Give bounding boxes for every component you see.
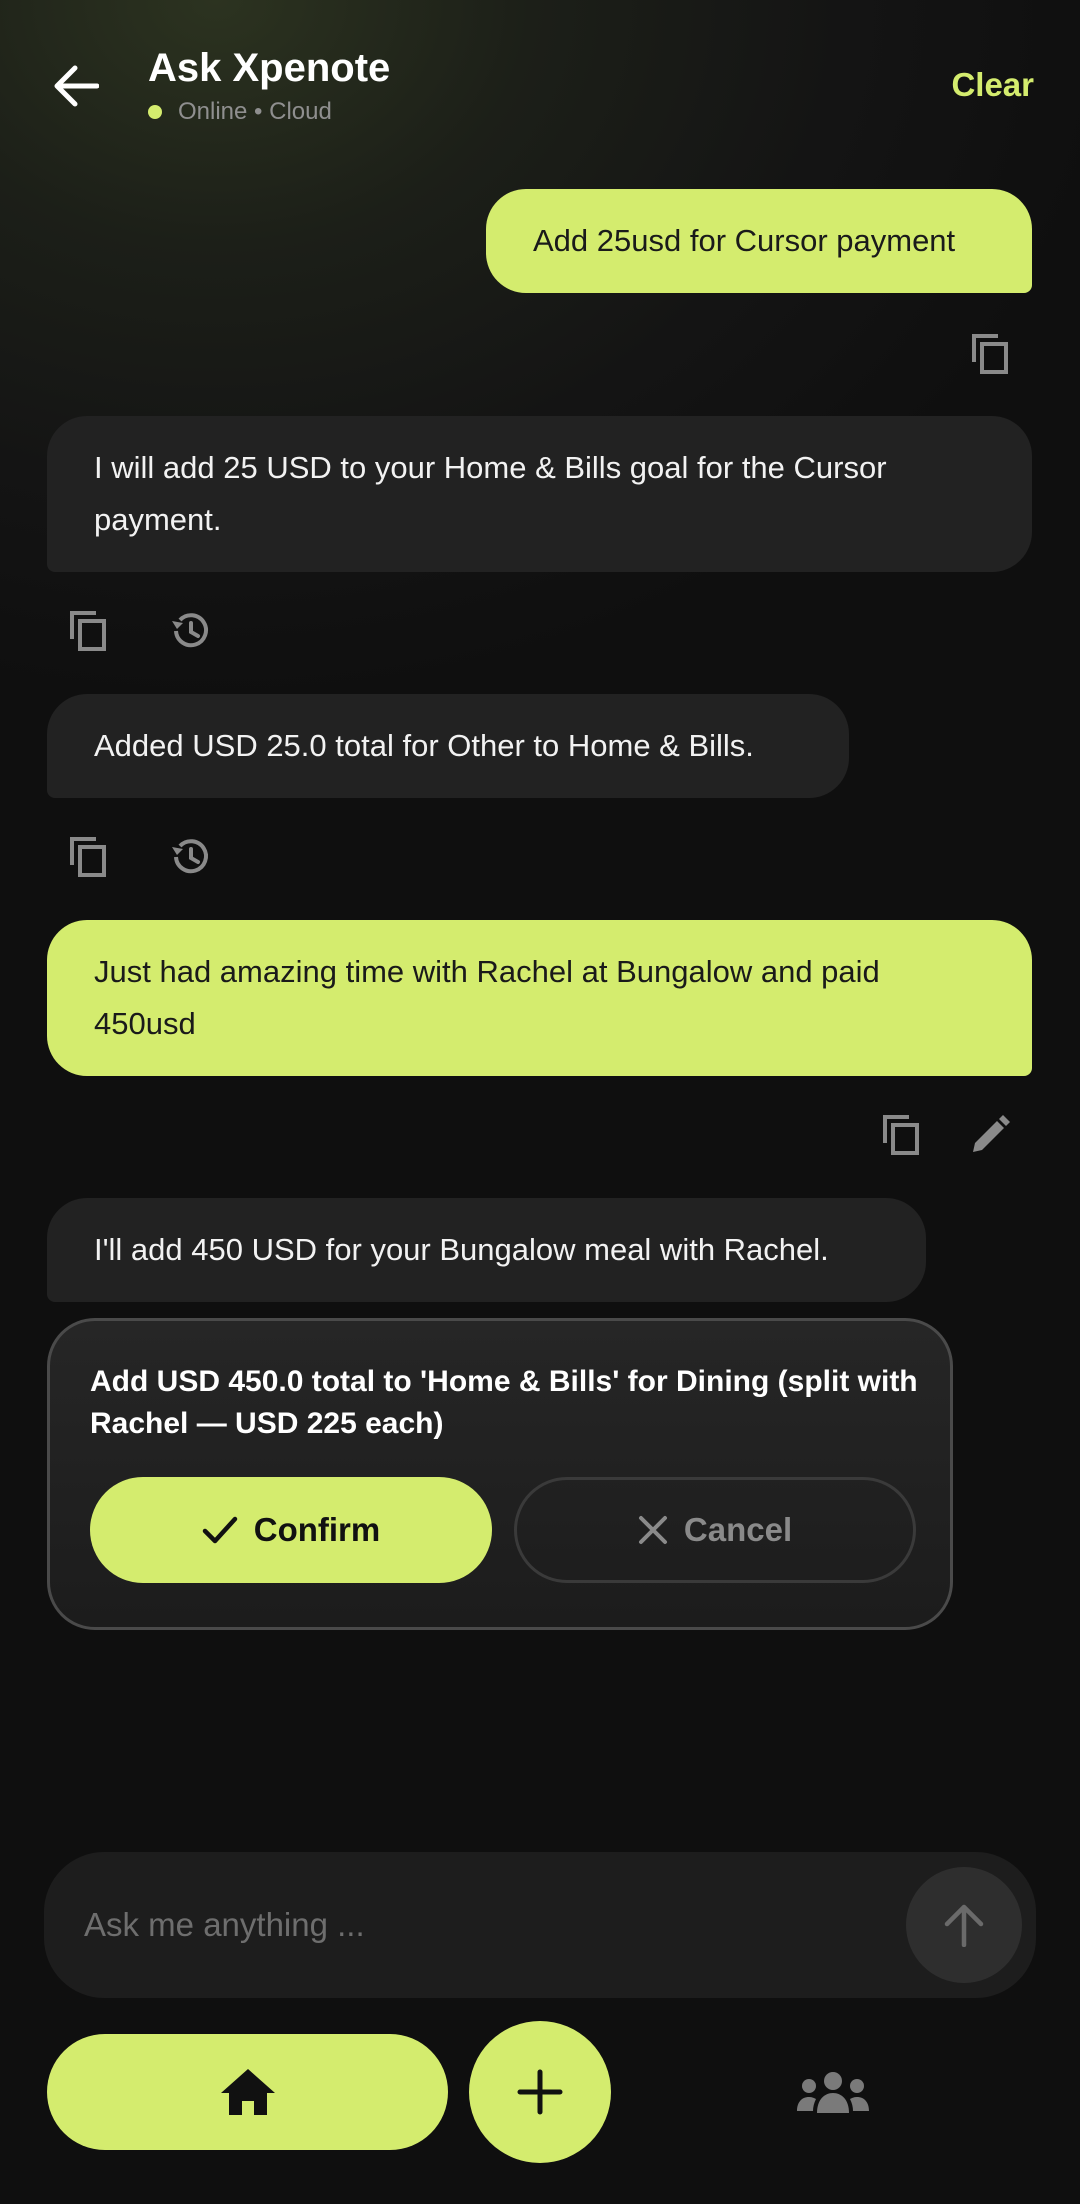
- edit-icon: [973, 1115, 1010, 1152]
- clear-button[interactable]: Clear: [951, 66, 1034, 104]
- assistant-message: I will add 25 USD to your Home & Bills g…: [47, 416, 1032, 572]
- back-arrow-icon: [54, 65, 99, 107]
- status-text: Online • Cloud: [178, 98, 332, 125]
- plus-icon: [517, 2069, 563, 2115]
- assistant-message: Added USD 25.0 total for Other to Home &…: [47, 694, 849, 798]
- message-text: Just had amazing time with Rachel at Bun…: [94, 954, 880, 1041]
- message-text: Added USD 25.0 total for Other to Home &…: [94, 728, 754, 763]
- copy-button[interactable]: [966, 330, 1014, 378]
- check-icon: [202, 1515, 238, 1545]
- copy-icon: [883, 1115, 919, 1155]
- copy-button[interactable]: [64, 833, 112, 881]
- page-title: Ask Xpenote: [148, 46, 391, 90]
- edit-button[interactable]: [966, 1111, 1014, 1159]
- cancel-label: Cancel: [683, 1511, 793, 1548]
- app-header: Ask Xpenote Online • Cloud Clear: [0, 0, 1080, 170]
- home-icon: [220, 2069, 275, 2115]
- message-text: Add 25usd for Cursor payment: [533, 223, 956, 258]
- message-text: I will add 25 USD to your Home & Bills g…: [94, 450, 887, 537]
- confirm-button[interactable]: Confirm: [90, 1477, 492, 1583]
- history-icon: [172, 613, 208, 648]
- message-text: I'll add 450 USD for your Bungalow meal …: [94, 1232, 829, 1267]
- copy-icon: [70, 837, 106, 877]
- back-button[interactable]: [48, 58, 104, 114]
- group-icon: [797, 2072, 869, 2113]
- confirmation-text: Add USD 450.0 total to 'Home & Bills' fo…: [90, 1365, 918, 1440]
- copy-icon: [70, 611, 106, 651]
- arrow-up-icon: [944, 1904, 984, 1947]
- message-input[interactable]: [84, 1892, 884, 1958]
- user-message: Add 25usd for Cursor payment: [486, 189, 1032, 293]
- status-dot: [148, 105, 162, 119]
- close-icon: [638, 1515, 668, 1545]
- cancel-button[interactable]: Cancel: [514, 1477, 916, 1583]
- copy-button[interactable]: [877, 1111, 925, 1159]
- user-message: Just had amazing time with Rachel at Bun…: [47, 920, 1032, 1076]
- history-icon: [172, 839, 208, 874]
- history-button[interactable]: [166, 833, 214, 881]
- confirmation-card: Add USD 450.0 total to 'Home & Bills' fo…: [47, 1318, 953, 1630]
- nav-group-button[interactable]: [790, 2060, 876, 2126]
- assistant-message: I'll add 450 USD for your Bungalow meal …: [47, 1198, 926, 1302]
- nav-home-button[interactable]: [47, 2034, 448, 2150]
- history-button[interactable]: [166, 607, 214, 655]
- nav-add-button[interactable]: [469, 2021, 611, 2163]
- connection-status: Online • Cloud: [148, 98, 332, 126]
- send-button[interactable]: [906, 1867, 1022, 1983]
- copy-icon: [972, 334, 1008, 374]
- confirm-label: Confirm: [253, 1511, 381, 1548]
- copy-button[interactable]: [64, 607, 112, 655]
- message-composer: [44, 1852, 1036, 1998]
